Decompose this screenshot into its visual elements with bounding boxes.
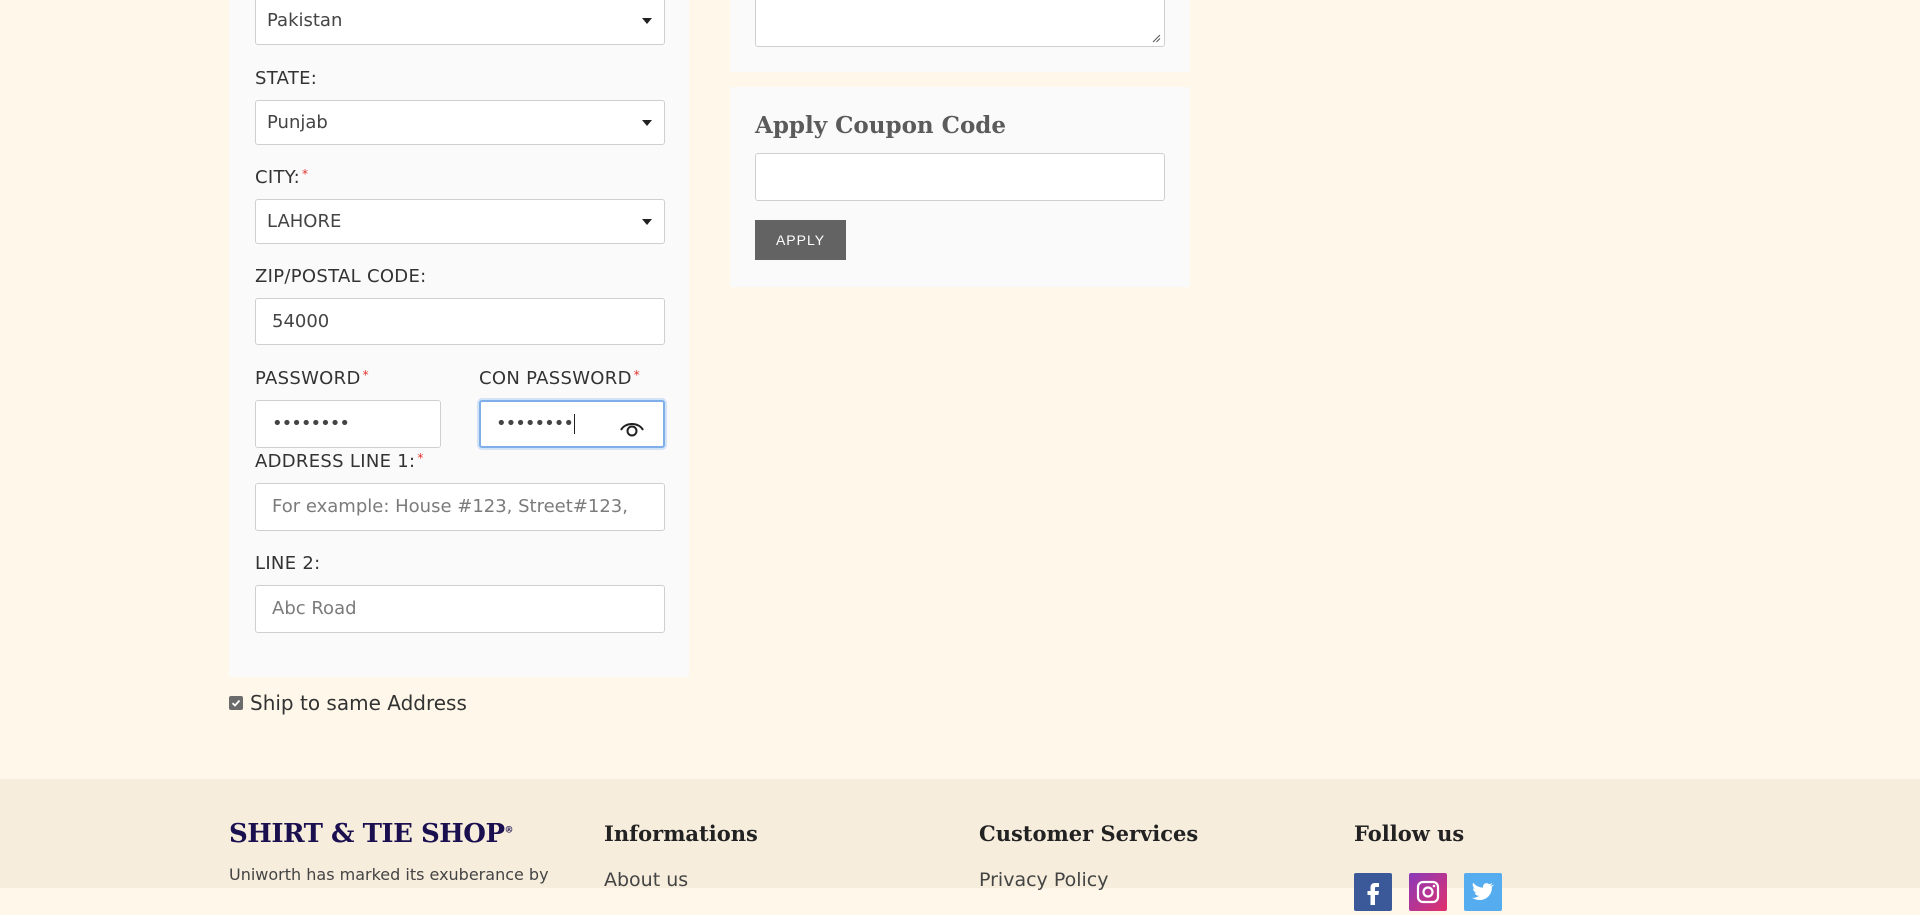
city-select[interactable]: LAHORE	[255, 199, 665, 244]
city-label: CITY: *	[255, 167, 308, 188]
footer-customer-services-heading: Customer Services	[979, 821, 1199, 846]
address1-placeholder: For example: House #123, Street#123,	[272, 496, 628, 517]
password-input[interactable]: ••••••••	[255, 400, 441, 448]
line2-label: LINE 2:	[255, 553, 321, 574]
facebook-icon[interactable]	[1354, 873, 1392, 911]
zip-input-value: 54000	[272, 311, 330, 332]
coupon-code-input[interactable]	[755, 153, 1165, 201]
footer-informations-heading: Informations	[604, 821, 758, 846]
line2-input[interactable]: Abc Road	[255, 585, 665, 633]
chevron-down-icon	[642, 18, 652, 24]
footer-brand-logo[interactable]: SHIRT & TIE SHOP®	[229, 819, 513, 849]
required-marker: *	[633, 368, 641, 382]
order-notes-panel	[730, 0, 1190, 72]
con-password-label: CON PASSWORD *	[479, 368, 640, 389]
address1-label: ADDRESS LINE 1: *	[255, 451, 424, 472]
city-select-value: LAHORE	[267, 211, 342, 232]
password-label-text: PASSWORD	[255, 368, 361, 389]
instagram-icon[interactable]	[1409, 873, 1447, 911]
coupon-panel: Apply Coupon Code APPLY	[730, 87, 1190, 287]
resize-handle-icon[interactable]	[1151, 33, 1161, 43]
checkmark-icon	[231, 699, 241, 707]
con-password-input[interactable]: ••••••••	[479, 400, 665, 448]
country-select[interactable]: Pakistan	[255, 0, 665, 45]
registered-mark: ®	[504, 825, 514, 836]
site-footer: SHIRT & TIE SHOP® Uniworth has marked it…	[0, 779, 1920, 911]
line2-placeholder: Abc Road	[272, 598, 357, 619]
eye-icon[interactable]	[619, 413, 645, 446]
chevron-down-icon	[642, 120, 652, 126]
zip-label: ZIP/POSTAL CODE:	[255, 266, 427, 287]
con-password-label-text: CON PASSWORD	[479, 368, 632, 389]
address1-input[interactable]: For example: House #123, Street#123,	[255, 483, 665, 531]
con-password-input-value: ••••••••	[496, 413, 574, 434]
address1-label-text: ADDRESS LINE 1:	[255, 451, 416, 472]
ship-same-address-checkbox[interactable]	[229, 696, 243, 710]
city-label-text: CITY:	[255, 167, 301, 188]
twitter-icon[interactable]	[1464, 873, 1502, 911]
state-select[interactable]: Punjab	[255, 100, 665, 145]
state-select-value: Punjab	[267, 112, 328, 133]
coupon-title: Apply Coupon Code	[755, 112, 1007, 139]
country-select-value: Pakistan	[267, 10, 343, 31]
apply-coupon-button[interactable]: APPLY	[755, 220, 846, 260]
required-marker: *	[302, 167, 309, 181]
password-label: PASSWORD *	[255, 368, 369, 389]
state-label: STATE:	[255, 68, 318, 89]
chevron-down-icon	[642, 219, 652, 225]
required-marker: *	[362, 368, 369, 382]
footer-about-text: Uniworth has marked its exuberance by	[229, 865, 549, 884]
footer-follow-heading: Follow us	[1354, 821, 1465, 846]
text-cursor	[573, 414, 575, 434]
billing-form-panel: Pakistan STATE: Punjab CITY: * LAHORE ZIP…	[229, 0, 689, 677]
zip-input[interactable]: 54000	[255, 298, 665, 345]
required-marker: *	[417, 451, 424, 465]
ship-same-address-label: Ship to same Address	[250, 691, 467, 715]
password-input-value: ••••••••	[272, 413, 350, 434]
order-notes-textarea[interactable]	[755, 0, 1165, 47]
footer-brand-name: SHIRT & TIE SHOP	[229, 819, 505, 849]
